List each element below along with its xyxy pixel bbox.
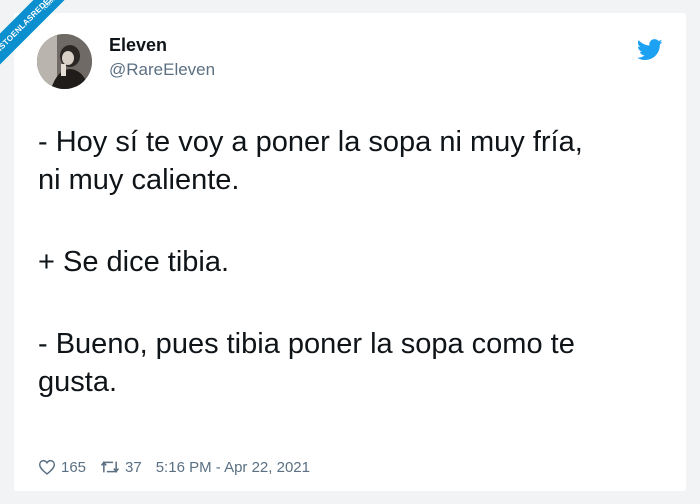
watermark-suffix: .com: [41, 0, 57, 12]
twitter-bird-icon[interactable]: [637, 39, 663, 61]
like-action[interactable]: 165: [38, 459, 86, 476]
avatar[interactable]: [37, 34, 92, 89]
tweet-paragraph-3: - Bueno, pues tibia poner la sopa como t…: [38, 328, 575, 398]
tweet-timestamp[interactable]: 5:16 PM - Apr 22, 2021: [156, 459, 310, 476]
tweet-card: Eleven @RareEleven - Hoy sí te voy a pon…: [14, 13, 686, 491]
retweet-icon: [100, 461, 120, 473]
tweet-footer: 165 37 5:16 PM - Apr 22, 2021: [38, 457, 324, 477]
author-name[interactable]: Eleven: [109, 35, 167, 56]
like-count: 165: [61, 458, 87, 476]
author-handle[interactable]: @RareEleven: [109, 60, 215, 80]
tweet-paragraph-2: + Se dice tibia.: [38, 246, 230, 278]
retweet-action[interactable]: 37: [100, 459, 142, 476]
tweet-text: - Hoy sí te voy a poner la sopa ni muy f…: [38, 123, 668, 445]
heart-icon: [38, 459, 56, 475]
retweet-count: 37: [125, 458, 142, 476]
timestamp-text: 5:16 PM - Apr 22, 2021: [155, 458, 310, 476]
tweet-paragraph-1: - Hoy sí te voy a poner la sopa ni muy f…: [38, 126, 583, 196]
